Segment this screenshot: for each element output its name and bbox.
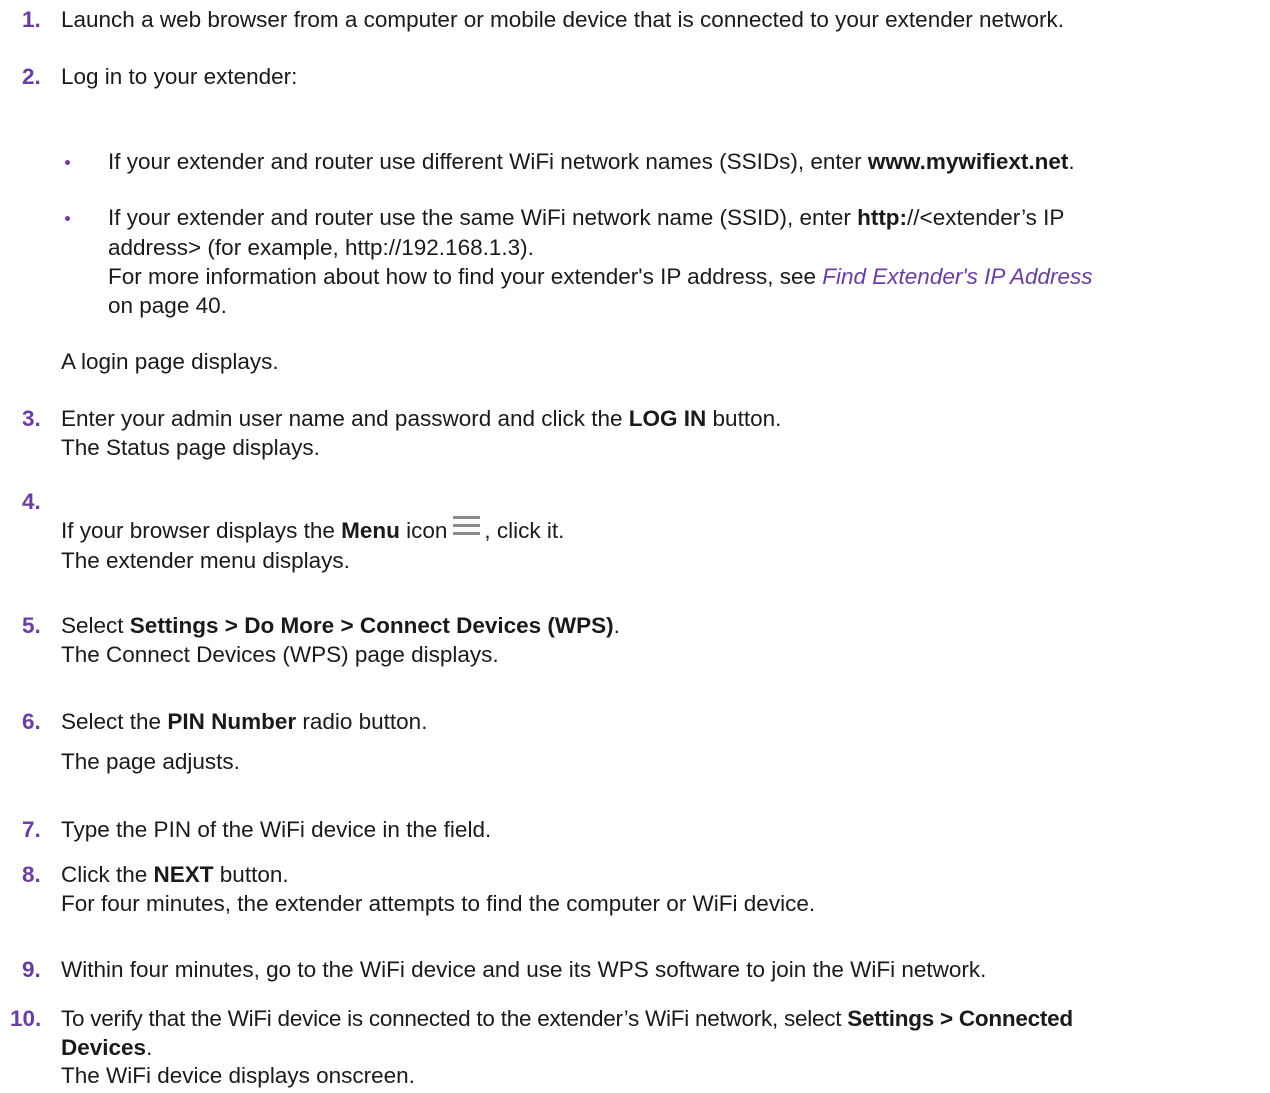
- step-text: Launch a web browser from a computer or …: [61, 7, 1065, 32]
- hamburger-menu-icon: [453, 516, 481, 536]
- step-result: The Status page displays.: [61, 435, 320, 460]
- bullet-marker: [65, 216, 70, 221]
- step-number: 4.: [22, 489, 41, 514]
- bullet-marker: [65, 160, 70, 165]
- step-number: 5.: [22, 613, 41, 638]
- step-text: Select Settings > Do More > Connect Devi…: [61, 613, 620, 638]
- step-text: If your browser displays the Menu icon, …: [61, 516, 565, 543]
- step-number: 1.: [22, 7, 41, 32]
- step-result: The page adjusts.: [61, 749, 240, 774]
- step-number: 10.: [10, 1006, 42, 1031]
- step-result: The Connect Devices (WPS) page displays.: [61, 642, 499, 667]
- bullet-text: For more information about how to find y…: [108, 264, 1093, 289]
- step-text: Type the PIN of the WiFi device in the f…: [61, 817, 492, 842]
- bullet-text: If your extender and router use the same…: [108, 205, 1065, 230]
- step-number: 2.: [22, 64, 41, 89]
- step-result: The extender menu displays.: [61, 548, 350, 573]
- step-result: A login page displays.: [61, 349, 279, 374]
- step-number: 7.: [22, 817, 41, 842]
- step-result: The WiFi device displays onscreen.: [61, 1063, 415, 1088]
- step-text: Devices.: [61, 1035, 153, 1060]
- step-text: Log in to your extender:: [61, 64, 298, 89]
- step-text: Enter your admin user name and password …: [61, 406, 782, 431]
- step-number: 6.: [22, 709, 41, 734]
- step-number: 8.: [22, 862, 41, 887]
- link-find-ip[interactable]: Find Extender's IP Address: [822, 264, 1092, 289]
- step-number: 3.: [22, 406, 41, 431]
- step-text: To verify that the WiFi device is connec…: [61, 1006, 1073, 1031]
- bullet-text: on page 40.: [108, 293, 227, 318]
- step-result: For four minutes, the extender attempts …: [61, 891, 816, 916]
- step-text: Click the NEXT button.: [61, 862, 289, 887]
- step-text: Select the PIN Number radio button.: [61, 709, 428, 734]
- step-text: Within four minutes, go to the WiFi devi…: [61, 957, 987, 982]
- step-number: 9.: [22, 957, 41, 982]
- bullet-text: address> (for example, http://192.168.1.…: [108, 235, 534, 260]
- bullet-text: If your extender and router use differen…: [108, 149, 1075, 174]
